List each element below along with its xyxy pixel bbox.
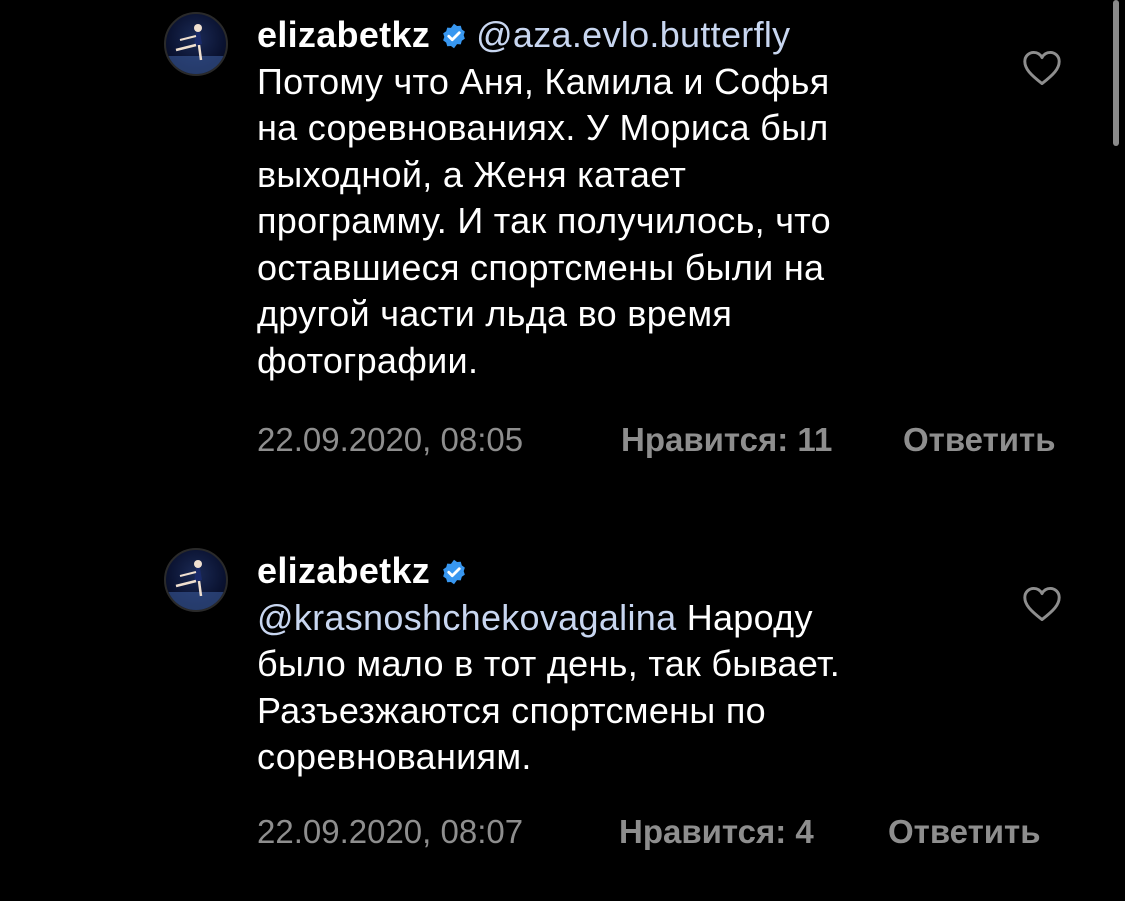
avatar[interactable] xyxy=(164,548,228,612)
comment-line: программу. И так получилось, что xyxy=(257,200,831,241)
likes-count-button[interactable]: Нравится: 4 xyxy=(619,813,814,851)
comment-line: Разъезжаются спортсмены по xyxy=(257,689,766,731)
reply-button[interactable]: Ответить xyxy=(903,421,1056,459)
comment-item: elizabetkz @aza.evlo.butterfly Потому что… xyxy=(0,0,1125,480)
likes-count-button[interactable]: Нравится: 11 xyxy=(621,421,832,459)
heart-outline-icon[interactable] xyxy=(1022,50,1062,86)
comment-text: elizabetkz @aza.evlo.butterfly Потому что… xyxy=(257,12,997,384)
comment-line: выходной, а Женя катает xyxy=(257,153,687,195)
comment-line: оставшиеся спортсмены были на xyxy=(257,246,825,288)
comment-line: на соревнованиях. У Мориса был xyxy=(257,107,829,148)
verified-badge-icon xyxy=(443,23,465,49)
timestamp: 22.09.2020, 08:05 xyxy=(257,421,524,458)
comment-line: Потому что Аня, Камила и Софья xyxy=(257,60,830,102)
comment-line: соревнованиям. xyxy=(257,736,532,777)
username[interactable]: elizabetkz xyxy=(257,550,430,591)
comment-line: другой части льда во время xyxy=(257,293,733,334)
comment-line: фотографии. xyxy=(257,339,479,381)
avatar[interactable] xyxy=(164,12,228,76)
comment-text: elizabetkz @krasnoshchekovagalina Народу… xyxy=(257,548,997,781)
skater-avatar-image xyxy=(166,24,226,74)
reply-button[interactable]: Ответить xyxy=(888,813,1041,851)
mention-link[interactable]: @aza.evlo.butterfly xyxy=(476,14,790,55)
mention-link[interactable]: @krasnoshchekovagalina xyxy=(257,597,676,638)
comment-line: Народу xyxy=(676,596,813,638)
skater-avatar-image xyxy=(166,560,226,610)
verified-badge-icon xyxy=(443,559,465,585)
scrollbar[interactable] xyxy=(1113,0,1119,146)
username[interactable]: elizabetkz xyxy=(257,14,430,55)
heart-outline-icon[interactable] xyxy=(1022,586,1062,622)
comment-line: было мало в тот день, так бывает. xyxy=(257,643,841,684)
comment-item: elizabetkz @krasnoshchekovagalina Народу… xyxy=(0,540,1125,880)
timestamp: 22.09.2020, 08:07 xyxy=(257,813,524,850)
